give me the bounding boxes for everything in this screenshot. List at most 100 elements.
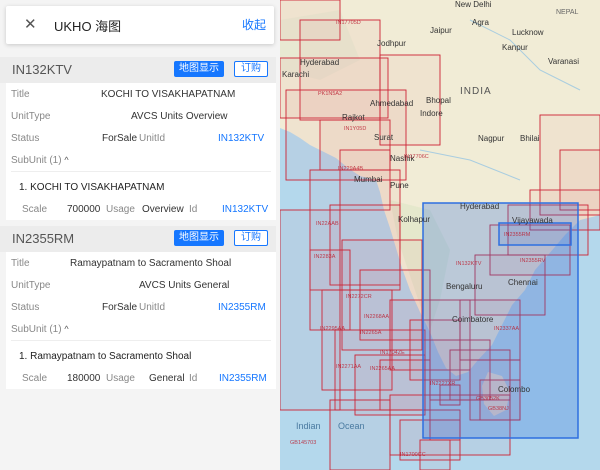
svg-text:IN2265A: IN2265A [360,330,382,336]
label-coimbatore: Coimbatore [452,315,494,324]
chart-card: IN132KTV 地图显示 订购 Title KOCHI TO VISAKHAP… [0,57,276,220]
label-nepal: NEPAL [556,9,579,16]
svg-text:IN2295AA: IN2295AA [320,326,345,332]
label-agra: Agra [472,18,489,27]
scale-value: 180000 [67,373,101,384]
usage-value: General [149,373,185,384]
unittype-label: UnitType [11,111,51,122]
svg-text:IN17706C: IN17706C [404,154,429,160]
label-karachi: Karachi [282,70,309,79]
scale-label: Scale [22,204,48,215]
label-kolhapur: Kolhapur [398,215,430,224]
svg-text:IN132KTV: IN132KTV [456,261,482,267]
panel-title: UKHO 海图 [54,19,122,34]
svg-text:IN2265AA: IN2265AA [370,366,395,372]
map-show-button[interactable]: 地图显示 [174,230,224,246]
svg-text:IN2271AA: IN2271AA [336,364,361,370]
unittype-label: UnitType [11,280,51,291]
unitid-label: UnitId [139,302,166,313]
svg-text:IN2272CR: IN2272CR [346,294,372,300]
map-canvas[interactable]: New Delhi NEPAL Jaipur Agra Lucknow Kanp… [280,0,600,470]
svg-text:PK1N5A2: PK1N5A2 [318,91,342,97]
subunit-toggle[interactable]: SubUnit (1) ^ [6,149,276,171]
panel-header: ✕ UKHO 海图 收起 [6,6,274,44]
collapse-button[interactable]: 收起 [242,16,266,33]
label-surat: Surat [374,133,394,142]
status-value: ForSale [102,302,138,313]
status-row: Status ForSale UnitId IN132KTV [6,127,276,149]
label-vijayawada: Vijayawada [512,216,553,225]
divider [11,171,271,172]
unittype-value: AVCS Units General [139,280,230,291]
chevron-up-icon: ^ [64,155,69,165]
label-indian: Indian [296,421,321,431]
status-value: ForSale [102,133,138,144]
id-label: Id [189,373,198,384]
chart-card: IN2355RM 地图显示 订购 Title Ramaypatnam to Sa… [0,226,276,389]
svg-text:IN1Y05D: IN1Y05D [344,126,366,132]
status-label: Status [11,133,40,144]
svg-text:IN229A4B: IN229A4B [338,166,363,172]
title-row: Title Ramaypatnam to Sacramento Shoal [6,252,276,274]
svg-text:GB38NJ: GB38NJ [488,406,509,412]
label-bengaluru: Bengaluru [446,282,482,291]
svg-text:GB145703: GB145703 [290,440,316,446]
subscribe-button[interactable]: 订购 [234,61,268,77]
title-value: KOCHI TO VISAKHAPATNAM [101,89,236,100]
card-header: IN132KTV 地图显示 订购 [0,57,276,83]
label-ahmedabad: Ahmedabad [370,99,413,108]
svg-text:IN1704ZE: IN1704ZE [380,350,405,356]
svg-text:IN2268AA: IN2268AA [364,314,389,320]
id-value[interactable]: IN132KTV [222,204,268,215]
scale-label: Scale [22,373,48,384]
subunit-name: 1. Ramaypatnam to Sacramento Shoal [19,351,192,362]
usage-label: Usage [106,204,135,215]
status-label: Status [11,302,40,313]
label-kanpur: Kanpur [502,43,528,52]
unittype-value: AVCS Units Overview [131,111,228,122]
id-value[interactable]: IN2355RM [219,373,267,384]
title-value: Ramaypatnam to Sacramento Shoal [70,258,232,269]
subunit-label: SubUnit (1) [11,155,62,166]
label-hyderabad: Hyderabad [460,202,499,211]
svg-text:IN2355RV: IN2355RV [520,258,546,264]
subunit-label: SubUnit (1) [11,324,62,335]
close-icon[interactable]: ✕ [24,15,37,35]
subunit-item: 1. Ramaypatnam to Sacramento Shoal [6,345,276,367]
subscribe-button[interactable]: 订购 [234,230,268,246]
scale-value: 700000 [67,204,101,215]
title-label: Title [11,89,30,100]
id-label: Id [189,204,198,215]
unittype-row: UnitType AVCS Units General [6,274,276,296]
status-row: Status ForSale UnitId IN2355RM [6,296,276,318]
map-show-button[interactable]: 地图显示 [174,61,224,77]
nautical-map[interactable]: New Delhi NEPAL Jaipur Agra Lucknow Kanp… [280,0,600,470]
unitid-value[interactable]: IN132KTV [218,133,264,144]
svg-text:IN2227XR: IN2227XR [430,381,455,387]
unitid-value[interactable]: IN2355RM [218,302,266,313]
label-bhilai: Bhilai [520,134,540,143]
usage-label: Usage [106,373,135,384]
card-header: IN2355RM 地图显示 订购 [0,226,276,252]
subunit-toggle[interactable]: SubUnit (1) ^ [6,318,276,340]
svg-text:IN1700CC: IN1700CC [400,452,426,458]
subunit-name: 1. KOCHI TO VISAKHAPATNAM [19,182,165,193]
svg-text:GB3052K: GB3052K [476,396,500,402]
divider [11,340,271,341]
subunit-detail-row: Scale 700000 Usage Overview Id IN132KTV [6,198,276,220]
chevron-up-icon: ^ [64,324,69,334]
subunit-detail-row: Scale 180000 Usage General Id IN2355RM [6,367,276,389]
label-india: INDIA [460,86,492,97]
unitid-label: UnitId [139,133,166,144]
label-varanasi: Varanasi [548,57,579,66]
label-hyderabad-pk: Hyderabad [300,58,339,67]
left-panel: ✕ UKHO 海图 收起 IN132KTV 地图显示 订购 Title KOCH… [0,0,281,470]
label-pune: Pune [390,181,409,190]
svg-text:IN22AAB: IN22AAB [316,221,339,227]
unittype-row: UnitType AVCS Units Overview [6,105,276,127]
label-indore: Indore [420,109,443,118]
label-chennai: Chennai [508,278,538,287]
card-id: IN132KTV [12,62,72,77]
label-ocean: Ocean [338,421,365,431]
svg-text:IN17705D: IN17705D [336,20,361,26]
